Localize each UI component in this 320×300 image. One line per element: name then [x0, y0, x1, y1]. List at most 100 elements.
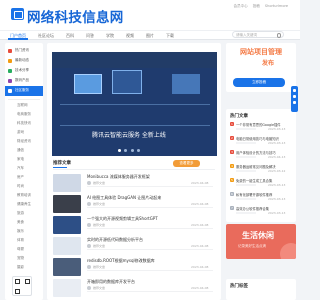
hot-article[interactable]: 5 免费的一键生成工具合集 2023-03-13	[230, 178, 294, 192]
sidebar-sub-link[interactable]: 旅游	[17, 211, 24, 216]
hot-article-title[interactable]: 电脑日常使用技巧与电脑知识	[236, 136, 294, 141]
article-thumbnail[interactable]	[53, 216, 81, 234]
sidebar-sub-link[interactable]: 美食	[17, 220, 24, 225]
site-title[interactable]: 网络科技信息网	[27, 6, 124, 26]
article-excerpt	[87, 228, 213, 229]
feed-title: 推荐文章	[53, 161, 71, 166]
article-thumbnail[interactable]	[53, 258, 81, 276]
hot-article-title[interactable]: 免费的一键生成工具合集	[236, 178, 294, 183]
site-logo[interactable]	[11, 8, 24, 20]
hot-article-meta	[236, 141, 256, 144]
life-leisure-banner[interactable]: 生活休闲 记录美好生活点滴	[226, 224, 296, 259]
sidebar-sub-link[interactable]: 游戏	[17, 130, 24, 135]
hot-article-title[interactable]: 服务器运维常见问题及解决	[236, 164, 294, 169]
article-excerpt	[87, 186, 213, 187]
top-link-member[interactable]: 会员中心	[234, 4, 248, 8]
article-title[interactable]: 开箱即用的数据库开发平台	[87, 279, 135, 285]
sidebar-item-hot[interactable]: 热门资讯	[5, 46, 43, 56]
hot-article[interactable]: 6 私有化部署开源软件推荐 2023-03-13	[230, 192, 294, 206]
banner-graphic	[112, 70, 142, 94]
back-to-top-icon[interactable]	[293, 101, 296, 104]
article-title[interactable]: redisdb.ROOT根据mysql修改数据库	[87, 258, 155, 264]
sidebar-sub-link[interactable]: 摄影	[17, 265, 24, 270]
rank-badge: 6	[230, 192, 234, 196]
sidebar-sub-link[interactable]: 娱乐	[17, 229, 24, 234]
article-title[interactable]: AI 绘图工具体验 DragGAN 让图片动起来	[87, 195, 161, 201]
article-category: 推荐文章	[93, 201, 106, 206]
sidebar-item-label: 数码产品	[15, 78, 29, 82]
nav-academy[interactable]: 学院	[106, 33, 114, 39]
left-sidebar: 热门资讯 最新动态 技术分享 数码产品 社区服务 互联网 电商服务 科技快讯 游…	[5, 43, 43, 300]
comment-icon[interactable]	[293, 95, 296, 98]
sidebar-sub-link[interactable]: 体育	[17, 238, 24, 243]
article-item[interactable]: 一个强大的开源视频剪辑工具ShortGPT 推荐文章 2023-04-08	[53, 213, 215, 234]
nav-download[interactable]: 下载	[166, 33, 174, 39]
article-date: 2023-04-08	[191, 264, 209, 269]
nav-qa[interactable]: 问答	[86, 33, 94, 39]
article-thumbnail[interactable]	[53, 279, 81, 297]
banner-divider	[60, 104, 210, 126]
sidebar-sub-link[interactable]: 电商服务	[17, 112, 31, 117]
sidebar-sub-link[interactable]: 家电	[17, 157, 24, 162]
sidebar-item-community[interactable]: 社区服务	[5, 86, 43, 96]
nav-forum[interactable]: 社区论坛	[38, 33, 54, 39]
top-link-submit[interactable]: 投稿	[253, 4, 260, 8]
banner-caption: 腾讯云智能云服务 全新上线	[92, 132, 166, 139]
top-link-shorturl[interactable]: Shorturlmore	[265, 4, 288, 8]
article-excerpt	[87, 291, 213, 292]
carousel-dot[interactable]	[130, 149, 134, 152]
sidebar-sub-link[interactable]: 健康养生	[17, 202, 31, 207]
article-title[interactable]: 一个强大的开源视频剪辑工具ShortGPT	[87, 216, 158, 222]
submit-article-button[interactable]: 立即投稿	[233, 78, 285, 87]
carousel-dots[interactable]	[118, 148, 142, 153]
sidebar-sub-link[interactable]: 时尚	[17, 184, 24, 189]
article-thumbnail[interactable]	[53, 195, 81, 213]
sidebar-sub-link[interactable]: 教育培训	[17, 193, 31, 198]
article-item[interactable]: 实时的开源低代码数据分析平台 推荐文章 2023-04-08	[53, 234, 215, 255]
carousel-dot[interactable]	[118, 149, 121, 152]
article-thumbnail[interactable]	[53, 174, 81, 192]
nav-wiki[interactable]: 百科	[66, 33, 74, 39]
nav-images[interactable]: 图片	[146, 33, 154, 39]
floating-toolbar[interactable]	[291, 86, 298, 112]
sidebar-sub-link[interactable]: 财经资讯	[17, 139, 31, 144]
hot-article-title[interactable]: 高效办公软件推荐合集	[236, 206, 294, 211]
carousel-dot[interactable]	[124, 149, 128, 152]
hot-article-title[interactable]: 一个非常有意思的Google插件	[236, 122, 294, 127]
sidebar-sub-link[interactable]: 母婴	[17, 247, 24, 252]
hot-article[interactable]: 1 一个非常有意思的Google插件 2023-03-13	[230, 122, 294, 136]
sidebar-sub-link[interactable]: 科技快讯	[17, 121, 31, 126]
sidebar-sub-link[interactable]: 汽车	[17, 166, 24, 171]
search-input[interactable]: 请输入关键词	[232, 31, 284, 38]
article-item[interactable]: 开箱即用的数据库开发平台 推荐文章 2023-04-08	[53, 276, 215, 297]
article-thumbnail[interactable]	[53, 237, 81, 255]
hot-article[interactable]: 4 服务器运维常见问题及解决 2023-03-12	[230, 164, 294, 178]
carousel-dot[interactable]	[136, 149, 140, 152]
hot-article-title[interactable]: 用户体验设计的方法与技巧	[236, 150, 294, 155]
promo-card: 网站项目管理 发布 立即投稿	[226, 43, 296, 92]
more-button[interactable]: 查看更多	[173, 160, 200, 167]
article-item[interactable]: redisdb.ROOT根据mysql修改数据库 推荐文章 2023-04-08	[53, 255, 215, 276]
sidebar-item-tech[interactable]: 技术分享	[5, 66, 43, 76]
nav-video[interactable]: 视频	[126, 33, 134, 39]
hot-article-meta	[236, 127, 256, 130]
hot-article-title[interactable]: 私有化部署开源软件推荐	[236, 192, 294, 197]
sidebar-item-digital[interactable]: 数码产品	[5, 76, 43, 86]
sidebar-sub-link[interactable]: 宠物	[17, 256, 24, 261]
sidebar-sub-link[interactable]: 通信	[17, 148, 24, 153]
hot-article[interactable]: 7 高效办公软件推荐合集 2023-03-13	[230, 206, 294, 220]
rank-badge: 1	[230, 122, 234, 126]
hot-article[interactable]: 2 电脑日常使用技巧与电脑知识 2023-03-13	[230, 136, 294, 150]
clock-icon	[8, 58, 12, 63]
article-item[interactable]: AI 绘图工具体验 DragGAN 让图片动起来 推荐文章 2023-04-08	[53, 192, 215, 213]
fire-icon	[8, 48, 12, 53]
article-title[interactable]: 实时的开源低代码数据分析平台	[87, 237, 143, 243]
sidebar-sub-link[interactable]: 互联网	[17, 103, 28, 108]
hot-article[interactable]: 3 用户体验设计的方法与技巧 2023-04-13	[230, 150, 294, 164]
share-icon[interactable]	[293, 89, 296, 92]
sidebar-item-latest[interactable]: 最新动态	[5, 56, 43, 66]
hero-carousel[interactable]: 腾讯云智能云服务 全新上线	[52, 52, 217, 156]
article-title[interactable]: Monibucca 流媒体服务器开发框架	[87, 174, 150, 180]
article-item[interactable]: Monibucca 流媒体服务器开发框架 推荐文章 2023-04-08	[53, 171, 215, 192]
sidebar-sub-link[interactable]: 房产	[17, 175, 24, 180]
